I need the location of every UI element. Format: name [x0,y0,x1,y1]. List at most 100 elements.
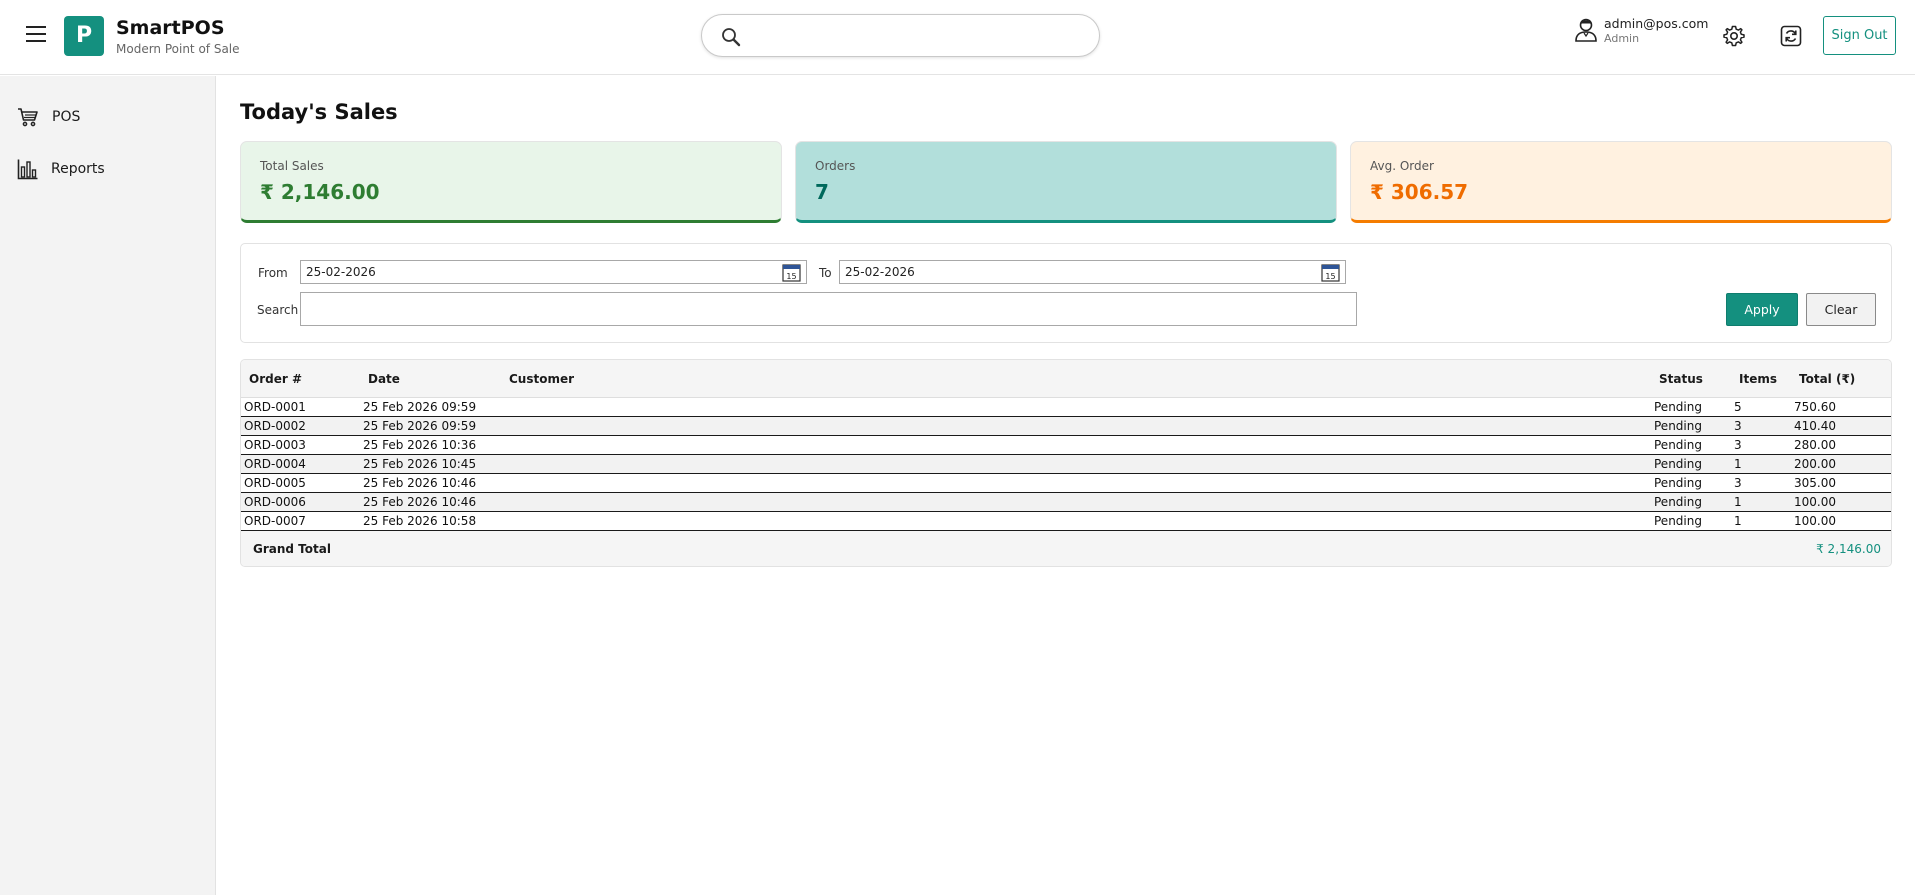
order-total: 100.00 [1794,495,1836,509]
to-date-value: 25-02-2026 [845,265,915,279]
sidebar-item-reports[interactable]: Reports [0,150,215,190]
order-status: Pending [1654,495,1702,509]
table-header: Order # Date Customer Status Items Total… [241,360,1891,398]
bar-chart-icon [17,159,38,180]
global-search-input[interactable] [750,21,1085,51]
order-items: 3 [1734,438,1742,452]
total-sales-card: Total Sales ₹ 2,146.00 [240,141,782,223]
page-title: Today's Sales [240,100,398,124]
search-icon [722,28,741,47]
table-footer: Grand Total ₹ 2,146.00 [241,531,1891,566]
order-items: 1 [1734,457,1742,471]
from-label: From [258,266,288,280]
column-header-items[interactable]: Items [1739,372,1777,386]
card-label: Total Sales [260,159,324,173]
user-email: admin@pos.com [1604,16,1709,31]
order-items: 1 [1734,495,1742,509]
card-value: 7 [815,180,829,204]
table-row[interactable]: ORD-0002 25 Feb 2026 09:59 Pending 3 410… [241,417,1891,436]
calendar-icon[interactable]: 15 [1321,264,1340,282]
card-label: Orders [815,159,856,173]
sign-out-button[interactable]: Sign Out [1823,16,1896,55]
table-row[interactable]: ORD-0007 25 Feb 2026 10:58 Pending 1 100… [241,512,1891,531]
order-total: 100.00 [1794,514,1836,528]
apply-button[interactable]: Apply [1726,293,1798,326]
user-avatar-icon [1575,18,1597,42]
order-status: Pending [1654,476,1702,490]
order-date: 25 Feb 2026 10:36 [363,438,477,452]
shopping-cart-icon [18,108,38,127]
order-status: Pending [1654,419,1702,433]
from-date-value: 25-02-2026 [306,265,376,279]
sidebar-item-pos[interactable]: POS [0,98,215,138]
column-header-total[interactable]: Total (₹) [1799,372,1855,386]
refresh-icon[interactable] [1779,24,1803,48]
brand: SmartPOS Modern Point of Sale [116,17,240,57]
order-number: ORD-0003 [244,438,306,452]
card-value: ₹ 2,146.00 [260,180,380,204]
order-date: 25 Feb 2026 09:59 [363,419,477,433]
order-date: 25 Feb 2026 10:58 [363,514,477,528]
clear-button[interactable]: Clear [1806,293,1876,326]
table-body: ORD-0001 25 Feb 2026 09:59 Pending 5 750… [241,398,1891,531]
table-row[interactable]: ORD-0004 25 Feb 2026 10:45 Pending 1 200… [241,455,1891,474]
order-total: 280.00 [1794,438,1836,452]
sidebar-item-label: Reports [51,161,105,177]
brand-logo: P [64,16,104,56]
order-total: 410.40 [1794,419,1836,433]
card-label: Avg. Order [1370,159,1434,173]
to-date-field[interactable]: 25-02-2026 15 [839,260,1346,284]
column-header-status[interactable]: Status [1659,372,1703,386]
app-header: P SmartPOS Modern Point of Sale admin@po… [0,0,1915,75]
order-items: 5 [1734,400,1742,414]
order-number: ORD-0001 [244,400,306,414]
table-row[interactable]: ORD-0001 25 Feb 2026 09:59 Pending 5 750… [241,398,1891,417]
order-number: ORD-0005 [244,476,306,490]
card-value: ₹ 306.57 [1370,180,1469,204]
column-header-order[interactable]: Order # [249,372,302,386]
calendar-icon[interactable]: 15 [782,264,801,282]
order-status: Pending [1654,438,1702,452]
order-status: Pending [1654,457,1702,471]
gear-icon[interactable] [1722,24,1746,48]
avg-order-card: Avg. Order ₹ 306.57 [1350,141,1892,223]
order-total: 200.00 [1794,457,1836,471]
order-items: 3 [1734,476,1742,490]
order-items: 1 [1734,514,1742,528]
order-status: Pending [1654,400,1702,414]
sidebar: POS Reports [0,76,216,895]
order-date: 25 Feb 2026 10:46 [363,495,477,509]
order-number: ORD-0004 [244,457,306,471]
column-header-customer[interactable]: Customer [509,372,574,386]
table-row[interactable]: ORD-0006 25 Feb 2026 10:46 Pending 1 100… [241,493,1891,512]
table-row[interactable]: ORD-0005 25 Feb 2026 10:46 Pending 3 305… [241,474,1891,493]
user-role: Admin [1604,32,1640,45]
brand-subtitle: Modern Point of Sale [116,42,240,56]
order-status: Pending [1654,514,1702,528]
order-number: ORD-0007 [244,514,306,528]
order-number: ORD-0002 [244,419,306,433]
filter-panel: From 25-02-2026 15 To 25-02-2026 15 Sear… [240,243,1892,343]
order-total: 305.00 [1794,476,1836,490]
grand-total-value: ₹ 2,146.00 [1816,542,1881,556]
svg-text:15: 15 [1325,272,1335,281]
orders-card: Orders 7 [795,141,1337,223]
global-search [701,14,1100,57]
order-items: 3 [1734,419,1742,433]
to-label: To [819,266,832,280]
table-row[interactable]: ORD-0003 25 Feb 2026 10:36 Pending 3 280… [241,436,1891,455]
order-date: 25 Feb 2026 09:59 [363,400,477,414]
sidebar-item-label: POS [52,109,81,125]
sales-table: Order # Date Customer Status Items Total… [240,359,1892,567]
order-number: ORD-0006 [244,495,306,509]
search-label: Search [257,303,299,317]
from-date-field[interactable]: 25-02-2026 15 [300,260,807,284]
order-total: 750.60 [1794,400,1836,414]
svg-text:15: 15 [786,272,796,281]
grand-total-label: Grand Total [253,542,331,556]
order-date: 25 Feb 2026 10:46 [363,476,477,490]
hamburger-menu-icon[interactable] [26,26,46,46]
brand-title: SmartPOS [116,17,225,39]
order-search-input[interactable] [300,292,1357,326]
column-header-date[interactable]: Date [368,372,400,386]
